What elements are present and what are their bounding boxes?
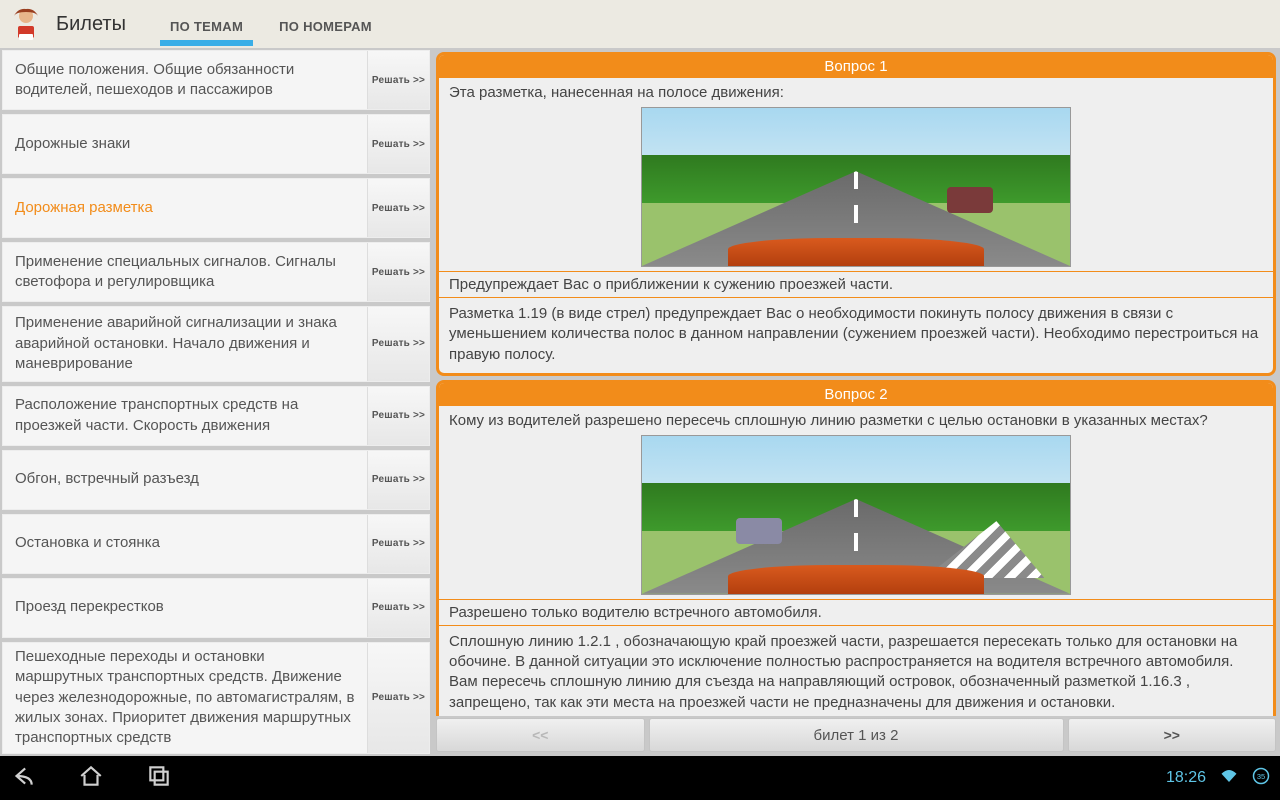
pager-prev-button[interactable]: << (436, 718, 645, 752)
solve-button[interactable]: Решать >> (367, 115, 429, 173)
theme-row[interactable]: Дорожные знакиРешать >> (2, 114, 430, 174)
app-icon (8, 6, 44, 42)
app-screen: Билеты ПО ТЕМАМ ПО НОМЕРАМ Общие положен… (0, 0, 1280, 800)
theme-label: Пешеходные переходы и остановки маршрутн… (3, 637, 367, 756)
solve-button[interactable]: Решать >> (367, 51, 429, 109)
theme-label: Расположение транспортных средств на про… (3, 385, 367, 446)
theme-row[interactable]: Проезд перекрестковРешать >> (2, 578, 430, 638)
question-text: Кому из водителей разрешено пересечь спл… (439, 406, 1273, 433)
theme-label: Проезд перекрестков (3, 587, 367, 627)
theme-label: Общие положения. Общие обязанности водит… (3, 50, 367, 111)
theme-label: Обгон, встречный разъезд (3, 459, 367, 499)
pager-next-button[interactable]: >> (1068, 718, 1277, 752)
solve-button[interactable]: Решать >> (367, 451, 429, 509)
question-text: Эта разметка, нанесенная на полосе движе… (439, 78, 1273, 105)
question-header: Вопрос 2 (439, 383, 1273, 406)
theme-row[interactable]: Пешеходные переходы и остановки маршрутн… (2, 642, 430, 754)
theme-row[interactable]: Расположение транспортных средств на про… (2, 386, 430, 446)
page-title: Билеты (56, 13, 126, 36)
svg-text:35: 35 (1257, 772, 1265, 781)
solve-button[interactable]: Решать >> (367, 643, 429, 753)
question-answer: Разрешено только водителю встречного авт… (439, 599, 1273, 625)
solve-button[interactable]: Решать >> (367, 179, 429, 237)
solve-button[interactable]: Решать >> (367, 515, 429, 573)
theme-row[interactable]: Обгон, встречный разъездРешать >> (2, 450, 430, 510)
main-content: Общие положения. Общие обязанности водит… (0, 48, 1280, 756)
system-navbar: 18:26 35 (0, 756, 1280, 800)
question-image (641, 435, 1071, 595)
question-image-wrap (439, 433, 1273, 599)
question-card: Вопрос 2 Кому из водителей разрешено пер… (436, 380, 1276, 716)
back-icon[interactable] (10, 763, 36, 794)
theme-label: Применение аварийной сигнализации и знак… (3, 303, 367, 384)
pager: << билет 1 из 2 >> (434, 716, 1278, 756)
tab-by-theme[interactable]: ПО ТЕМАМ (166, 5, 247, 44)
scroll-indicator-icon (1144, 753, 1150, 800)
tab-bar: ПО ТЕМАМ ПО НОМЕРАМ (166, 0, 376, 48)
question-image (641, 107, 1071, 267)
status-tray: 18:26 35 (1144, 753, 1270, 800)
question-panel: Вопрос 1 Эта разметка, нанесенная на пол… (432, 48, 1280, 756)
action-bar: Билеты ПО ТЕМАМ ПО НОМЕРАМ (0, 0, 1280, 48)
theme-row[interactable]: Применение специальных сигналов. Сигналы… (2, 242, 430, 302)
solve-button[interactable]: Решать >> (367, 387, 429, 445)
theme-row[interactable]: Остановка и стоянкаРешать >> (2, 514, 430, 574)
solve-button[interactable]: Решать >> (367, 243, 429, 301)
clock: 18:26 (1166, 769, 1206, 787)
question-explain: Разметка 1.19 (в виде стрел) предупрежда… (439, 297, 1273, 373)
home-icon[interactable] (78, 763, 104, 794)
theme-row[interactable]: Дорожная разметкаРешать >> (2, 178, 430, 238)
theme-label: Остановка и стоянка (3, 523, 367, 563)
wifi-icon (1220, 767, 1238, 790)
question-scroll[interactable]: Вопрос 1 Эта разметка, нанесенная на пол… (434, 48, 1278, 716)
battery-icon: 35 (1252, 767, 1270, 790)
tab-by-number[interactable]: ПО НОМЕРАМ (275, 5, 376, 44)
solve-button[interactable]: Решать >> (367, 307, 429, 381)
question-image-wrap (439, 105, 1273, 271)
theme-list[interactable]: Общие положения. Общие обязанности водит… (0, 48, 432, 756)
nav-left (10, 763, 172, 794)
solve-button[interactable]: Решать >> (367, 579, 429, 637)
question-header: Вопрос 1 (439, 55, 1273, 78)
pager-indicator: билет 1 из 2 (649, 718, 1064, 752)
question-explain: Сплошную линию 1.2.1 , обозначающую край… (439, 625, 1273, 716)
theme-label: Дорожная разметка (3, 188, 367, 228)
recent-apps-icon[interactable] (146, 763, 172, 794)
theme-label: Применение специальных сигналов. Сигналы… (3, 242, 367, 303)
theme-row[interactable]: Применение аварийной сигнализации и знак… (2, 306, 430, 382)
theme-row[interactable]: Общие положения. Общие обязанности водит… (2, 50, 430, 110)
question-card: Вопрос 1 Эта разметка, нанесенная на пол… (436, 52, 1276, 376)
question-answer: Предупреждает Вас о приближении к сужени… (439, 271, 1273, 297)
theme-label: Дорожные знаки (3, 124, 367, 164)
